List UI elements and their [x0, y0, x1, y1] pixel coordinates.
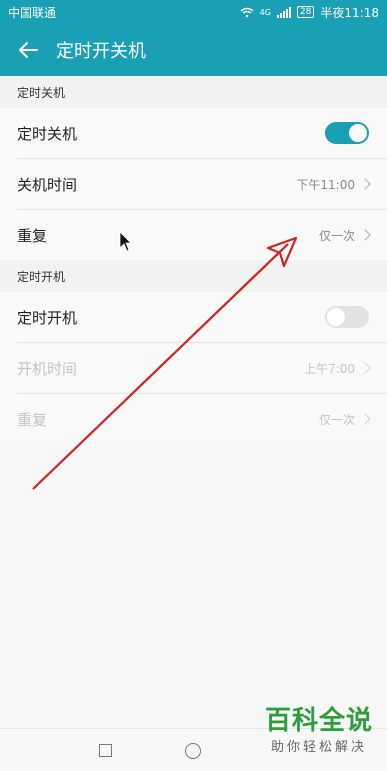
chevron-right-icon	[359, 229, 371, 241]
shutdown-toggle-row[interactable]: 定时关机	[17, 108, 387, 159]
watermark-subtitle: 助你轻松解决	[270, 740, 367, 755]
startup-repeat-value: 仅一次	[318, 412, 355, 427]
chevron-right-icon	[359, 178, 371, 190]
arrow-left-icon	[19, 42, 38, 58]
startup-time-value: 上午7:00	[304, 361, 355, 376]
startup-toggle-label: 定时开机	[17, 308, 78, 327]
status-bar: 中国联通 4G 28 半夜11:18	[0, 0, 387, 24]
page-title: 定时开关机	[56, 41, 146, 62]
startup-repeat-value-wrap: 仅一次	[318, 411, 371, 428]
startup-time-label: 开机时间	[17, 359, 78, 378]
shutdown-repeat-label: 重复	[17, 226, 48, 245]
shutdown-time-label: 关机时间	[17, 175, 78, 194]
shutdown-repeat-value: 仅一次	[318, 228, 355, 243]
shutdown-repeat-value-wrap: 仅一次	[318, 227, 371, 244]
clock-label: 半夜11:18	[320, 5, 379, 20]
square-icon[interactable]	[99, 744, 112, 757]
chevron-right-icon	[359, 413, 371, 425]
circle-icon[interactable]	[185, 743, 201, 759]
section-header-startup: 定时开机	[0, 260, 387, 292]
shutdown-repeat-row[interactable]: 重复 仅一次	[17, 210, 387, 260]
chevron-right-icon	[359, 362, 371, 374]
startup-time-row: 开机时间 上午7:00	[17, 343, 387, 394]
signal-icon	[276, 6, 291, 18]
startup-repeat-row: 重复 仅一次	[17, 394, 387, 444]
app-bar: 定时开关机	[0, 24, 387, 76]
shutdown-toggle-switch[interactable]	[325, 122, 369, 144]
section-header-shutdown: 定时关机	[0, 76, 387, 108]
startup-repeat-label: 重复	[17, 410, 48, 429]
shutdown-toggle-label: 定时关机	[17, 124, 78, 143]
shutdown-time-value-wrap: 下午11:00	[296, 176, 371, 193]
network-type-label: 4G	[259, 7, 271, 17]
status-icons: 4G 28 半夜11:18	[240, 4, 379, 21]
toggle-knob	[349, 124, 367, 142]
shutdown-group: 定时关机 关机时间 下午11:00 重复 仅一次	[0, 108, 387, 260]
startup-group: 定时开机 开机时间 上午7:00 重复 仅一次	[0, 292, 387, 444]
carrier-label: 中国联通	[8, 5, 57, 20]
watermark-title: 百科全说	[264, 706, 373, 736]
back-button[interactable]	[0, 24, 56, 76]
watermark-logo: 百科全说 助你轻松解决	[265, 706, 373, 755]
settings-list: 定时关机 定时关机 关机时间 下午11:00 重复 仅一次 定时开机 定时开机	[0, 76, 387, 444]
toggle-knob	[327, 308, 345, 326]
wifi-icon	[240, 7, 254, 17]
startup-toggle-switch[interactable]	[325, 306, 369, 328]
startup-time-value-wrap: 上午7:00	[304, 360, 371, 377]
startup-toggle-row[interactable]: 定时开机	[17, 292, 387, 343]
battery-icon: 28	[296, 6, 315, 18]
shutdown-time-value: 下午11:00	[296, 177, 355, 192]
shutdown-time-row[interactable]: 关机时间 下午11:00	[17, 159, 387, 210]
